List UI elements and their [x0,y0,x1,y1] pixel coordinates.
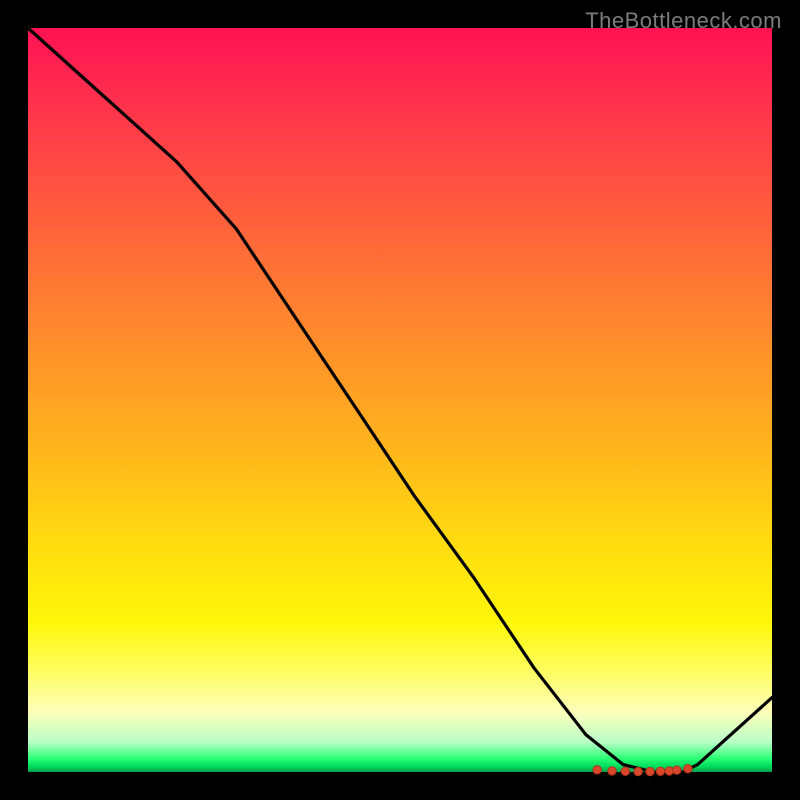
data-marker [621,767,629,775]
data-marker [646,767,654,775]
data-marker [634,767,642,775]
data-marker [593,766,601,774]
chart-svg [28,28,772,772]
data-marker [684,765,692,773]
data-marker [656,767,664,775]
marker-group [593,765,692,776]
data-marker [608,767,616,775]
chart-container: TheBottleneck.com [0,0,800,800]
bottleneck-curve-line [28,28,772,772]
plot-area [28,28,772,772]
data-marker [673,766,681,774]
